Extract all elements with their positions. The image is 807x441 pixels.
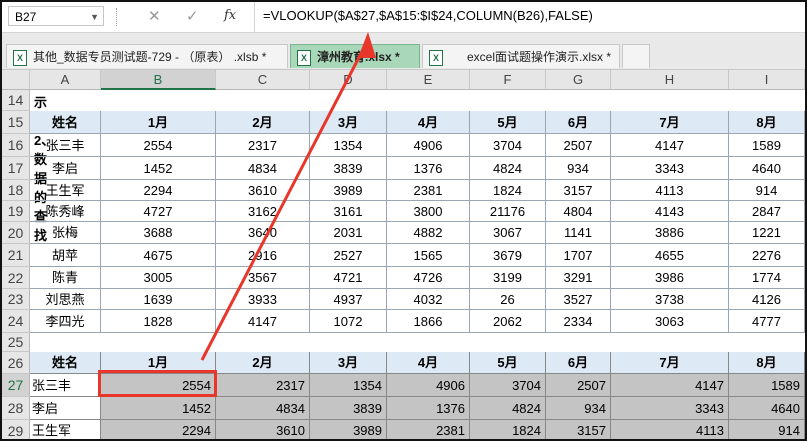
- annotation-arrow: [200, 32, 376, 361]
- excel-window: B27 ▼ ✕ ✓ fx =VLOOKUP($A$27,$A$15:$I$24,…: [0, 0, 807, 441]
- arrow-head: [358, 32, 376, 58]
- arrow-line: [200, 39, 370, 361]
